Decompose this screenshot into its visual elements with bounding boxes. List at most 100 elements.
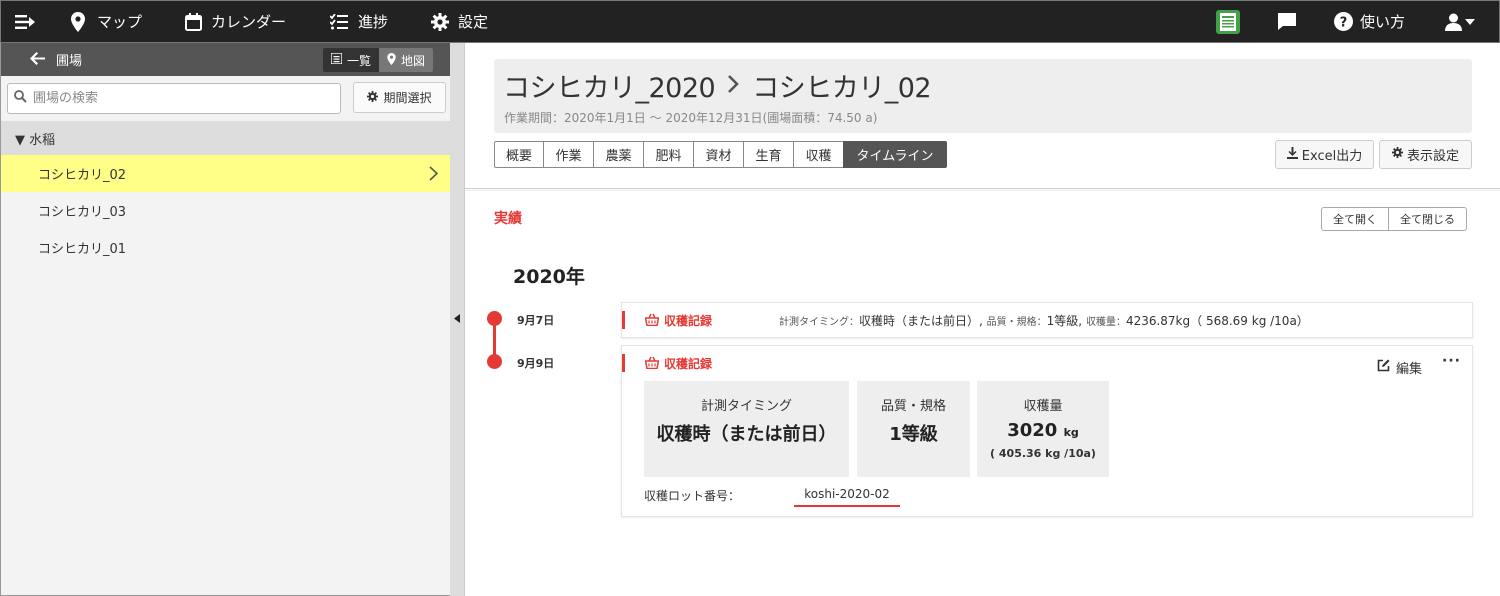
tab-overview[interactable]: 概要 — [494, 141, 544, 168]
caret-down-icon — [1465, 18, 1475, 25]
lot-number-label: 収穫ロット番号： — [644, 489, 741, 503]
timeline-entry-collapsed[interactable]: 収穫記録 計測タイミング：収穫時（または前日）, 品質・規格：1等級, 収穫量：… — [621, 302, 1473, 338]
user-icon — [1445, 13, 1462, 31]
work-period: 作業期間：2020年1月1日 ～ 2020年12月31日(圃場面積：74.50 … — [504, 111, 878, 125]
field-header: コシヒカリ_2020 コシヒカリ_02 作業期間：2020年1月1日 ～ 202… — [494, 59, 1472, 133]
field-item-label: コシヒカリ_02 — [38, 168, 127, 183]
message-icon[interactable] — [1277, 1, 1297, 42]
view-list-button[interactable]: 一覧 — [322, 48, 379, 72]
display-settings-button[interactable]: 表示設定 — [1379, 140, 1472, 169]
tab-pesticide[interactable]: 農薬 — [593, 141, 644, 168]
field-sidebar: 圃場 一覧 地図 期間選択 ▼ 水稲 コシヒカリ_02 コシヒカリ_03 — [0, 43, 450, 596]
period-select-label: 期間選択 — [383, 91, 432, 105]
nav-progress-label: 進捗 — [358, 13, 389, 31]
timeline-year: 2020年 — [513, 266, 585, 288]
more-options-button[interactable]: ··· — [1442, 353, 1461, 369]
collapse-all-button[interactable]: 全て閉じる — [1388, 208, 1466, 230]
entry-type-label: 収穫記録 — [664, 314, 713, 328]
search-box — [7, 83, 341, 114]
download-icon — [1286, 146, 1298, 163]
breadcrumb: コシヒカリ_2020 コシヒカリ_02 — [503, 66, 932, 105]
menu-toggle-icon[interactable] — [1, 1, 49, 42]
tab-fertilizer[interactable]: 肥料 — [643, 141, 694, 168]
panel-splitter[interactable] — [450, 43, 465, 596]
field-item[interactable]: コシヒカリ_03 — [1, 192, 450, 229]
gear-icon — [1391, 147, 1403, 162]
chevron-right-icon — [727, 70, 740, 101]
display-settings-label: 表示設定 — [1406, 149, 1459, 164]
tab-materials[interactable]: 資材 — [693, 141, 744, 168]
summary-amount-value: 4236.87kg（ 568.69 kg /10a） — [1125, 314, 1309, 328]
summary-timing-label: 計測タイミング： — [779, 317, 859, 328]
timeline-dot — [487, 311, 502, 326]
timeline-date: 9月9日 — [517, 357, 555, 370]
chevron-right-icon — [429, 166, 439, 185]
field-search-input[interactable] — [33, 91, 323, 106]
list-icon — [330, 52, 343, 67]
stat-value: 収穫時（または前日） — [656, 424, 837, 445]
question-icon: ? — [1333, 12, 1353, 31]
user-menu[interactable] — [1445, 1, 1475, 42]
entry-accent-bar — [622, 311, 625, 329]
collapse-arrow-icon[interactable] — [454, 312, 460, 327]
field-item[interactable]: コシヒカリ_01 — [1, 229, 450, 266]
excel-export-button[interactable]: Excel出力 — [1275, 140, 1374, 169]
nav-settings-label: 設定 — [458, 13, 489, 31]
spreadsheet-app-icon[interactable] — [1215, 1, 1240, 42]
edit-button[interactable]: 編集 — [1377, 358, 1422, 377]
crop-category-header[interactable]: ▼ 水稲 — [1, 121, 450, 155]
nav-calendar[interactable]: カレンダー — [185, 1, 286, 42]
tab-work[interactable]: 作業 — [543, 141, 594, 168]
gear-icon — [431, 12, 450, 31]
view-map-label: 地図 — [400, 53, 425, 68]
field-item-label: コシヒカリ_03 — [38, 205, 127, 220]
view-list-label: 一覧 — [346, 53, 371, 68]
tab-growth[interactable]: 生育 — [743, 141, 794, 168]
help-link[interactable]: ? 使い方 — [1333, 1, 1405, 42]
nav-map-label: マップ — [97, 13, 143, 31]
progress-list-icon — [330, 13, 349, 30]
nav-map[interactable]: マップ — [71, 1, 142, 42]
basket-icon — [644, 313, 660, 329]
stat-quality: 品質・規格 1等級 — [857, 381, 970, 477]
stat-unit: kg — [1063, 426, 1079, 439]
summary-quality-label: 品質・規格： — [986, 317, 1047, 328]
gear-icon — [367, 90, 379, 105]
detail-tabs: 概要 作業 農薬 肥料 資材 生育 収穫 タイムライン — [494, 141, 947, 168]
lot-number-value[interactable]: koshi-2020-02 — [794, 487, 900, 507]
expand-collapse-group: 全て開く 全て閉じる — [1321, 207, 1467, 231]
view-map-button[interactable]: 地図 — [378, 48, 433, 72]
map-pin-icon — [71, 11, 85, 32]
stat-label: 品質・規格 — [880, 399, 946, 414]
expand-all-button[interactable]: 全て開く — [1322, 208, 1388, 230]
timeline-dot — [487, 354, 502, 369]
stat-value: 1等級 — [889, 424, 938, 445]
breadcrumb-parent[interactable]: コシヒカリ_2020 — [503, 66, 716, 105]
tab-harvest[interactable]: 収穫 — [793, 141, 844, 168]
help-label: 使い方 — [1359, 13, 1405, 31]
stat-value: 3020 — [1007, 420, 1058, 441]
crop-category-label: ▼ 水稲 — [15, 132, 56, 148]
period-select-button[interactable]: 期間選択 — [353, 82, 446, 113]
entry-type-label: 収穫記録 — [664, 357, 713, 371]
back-arrow-icon[interactable] — [30, 52, 45, 69]
section-divider — [465, 188, 1500, 191]
stat-value-row: 3020 kg — [977, 420, 1109, 441]
field-item-label: コシヒカリ_01 — [38, 242, 127, 257]
tab-timeline[interactable]: タイムライン — [843, 141, 947, 168]
nav-progress[interactable]: 進捗 — [330, 1, 388, 42]
edit-icon — [1377, 359, 1390, 376]
stat-sub-value: ( 405.36 kg /10a) — [990, 447, 1096, 460]
excel-export-label: Excel出力 — [1301, 149, 1363, 164]
nav-settings[interactable]: 設定 — [431, 1, 488, 42]
breadcrumb-current: コシヒカリ_02 — [752, 73, 932, 104]
edit-label: 編集 — [1396, 362, 1423, 377]
entry-summary: 計測タイミング：収穫時（または前日）, 品質・規格：1等級, 収穫量：4236.… — [779, 312, 1309, 329]
stat-timing: 計測タイミング 収穫時（または前日） — [644, 381, 849, 477]
sidebar-title: 圃場 — [56, 54, 83, 69]
summary-timing-value: 収穫時（または前日）, — [859, 314, 983, 328]
field-item[interactable]: コシヒカリ_02 — [1, 155, 450, 192]
section-title: 実績 — [494, 211, 522, 227]
nav-calendar-label: カレンダー — [211, 13, 287, 31]
stat-label: 収穫量 — [1023, 399, 1063, 414]
